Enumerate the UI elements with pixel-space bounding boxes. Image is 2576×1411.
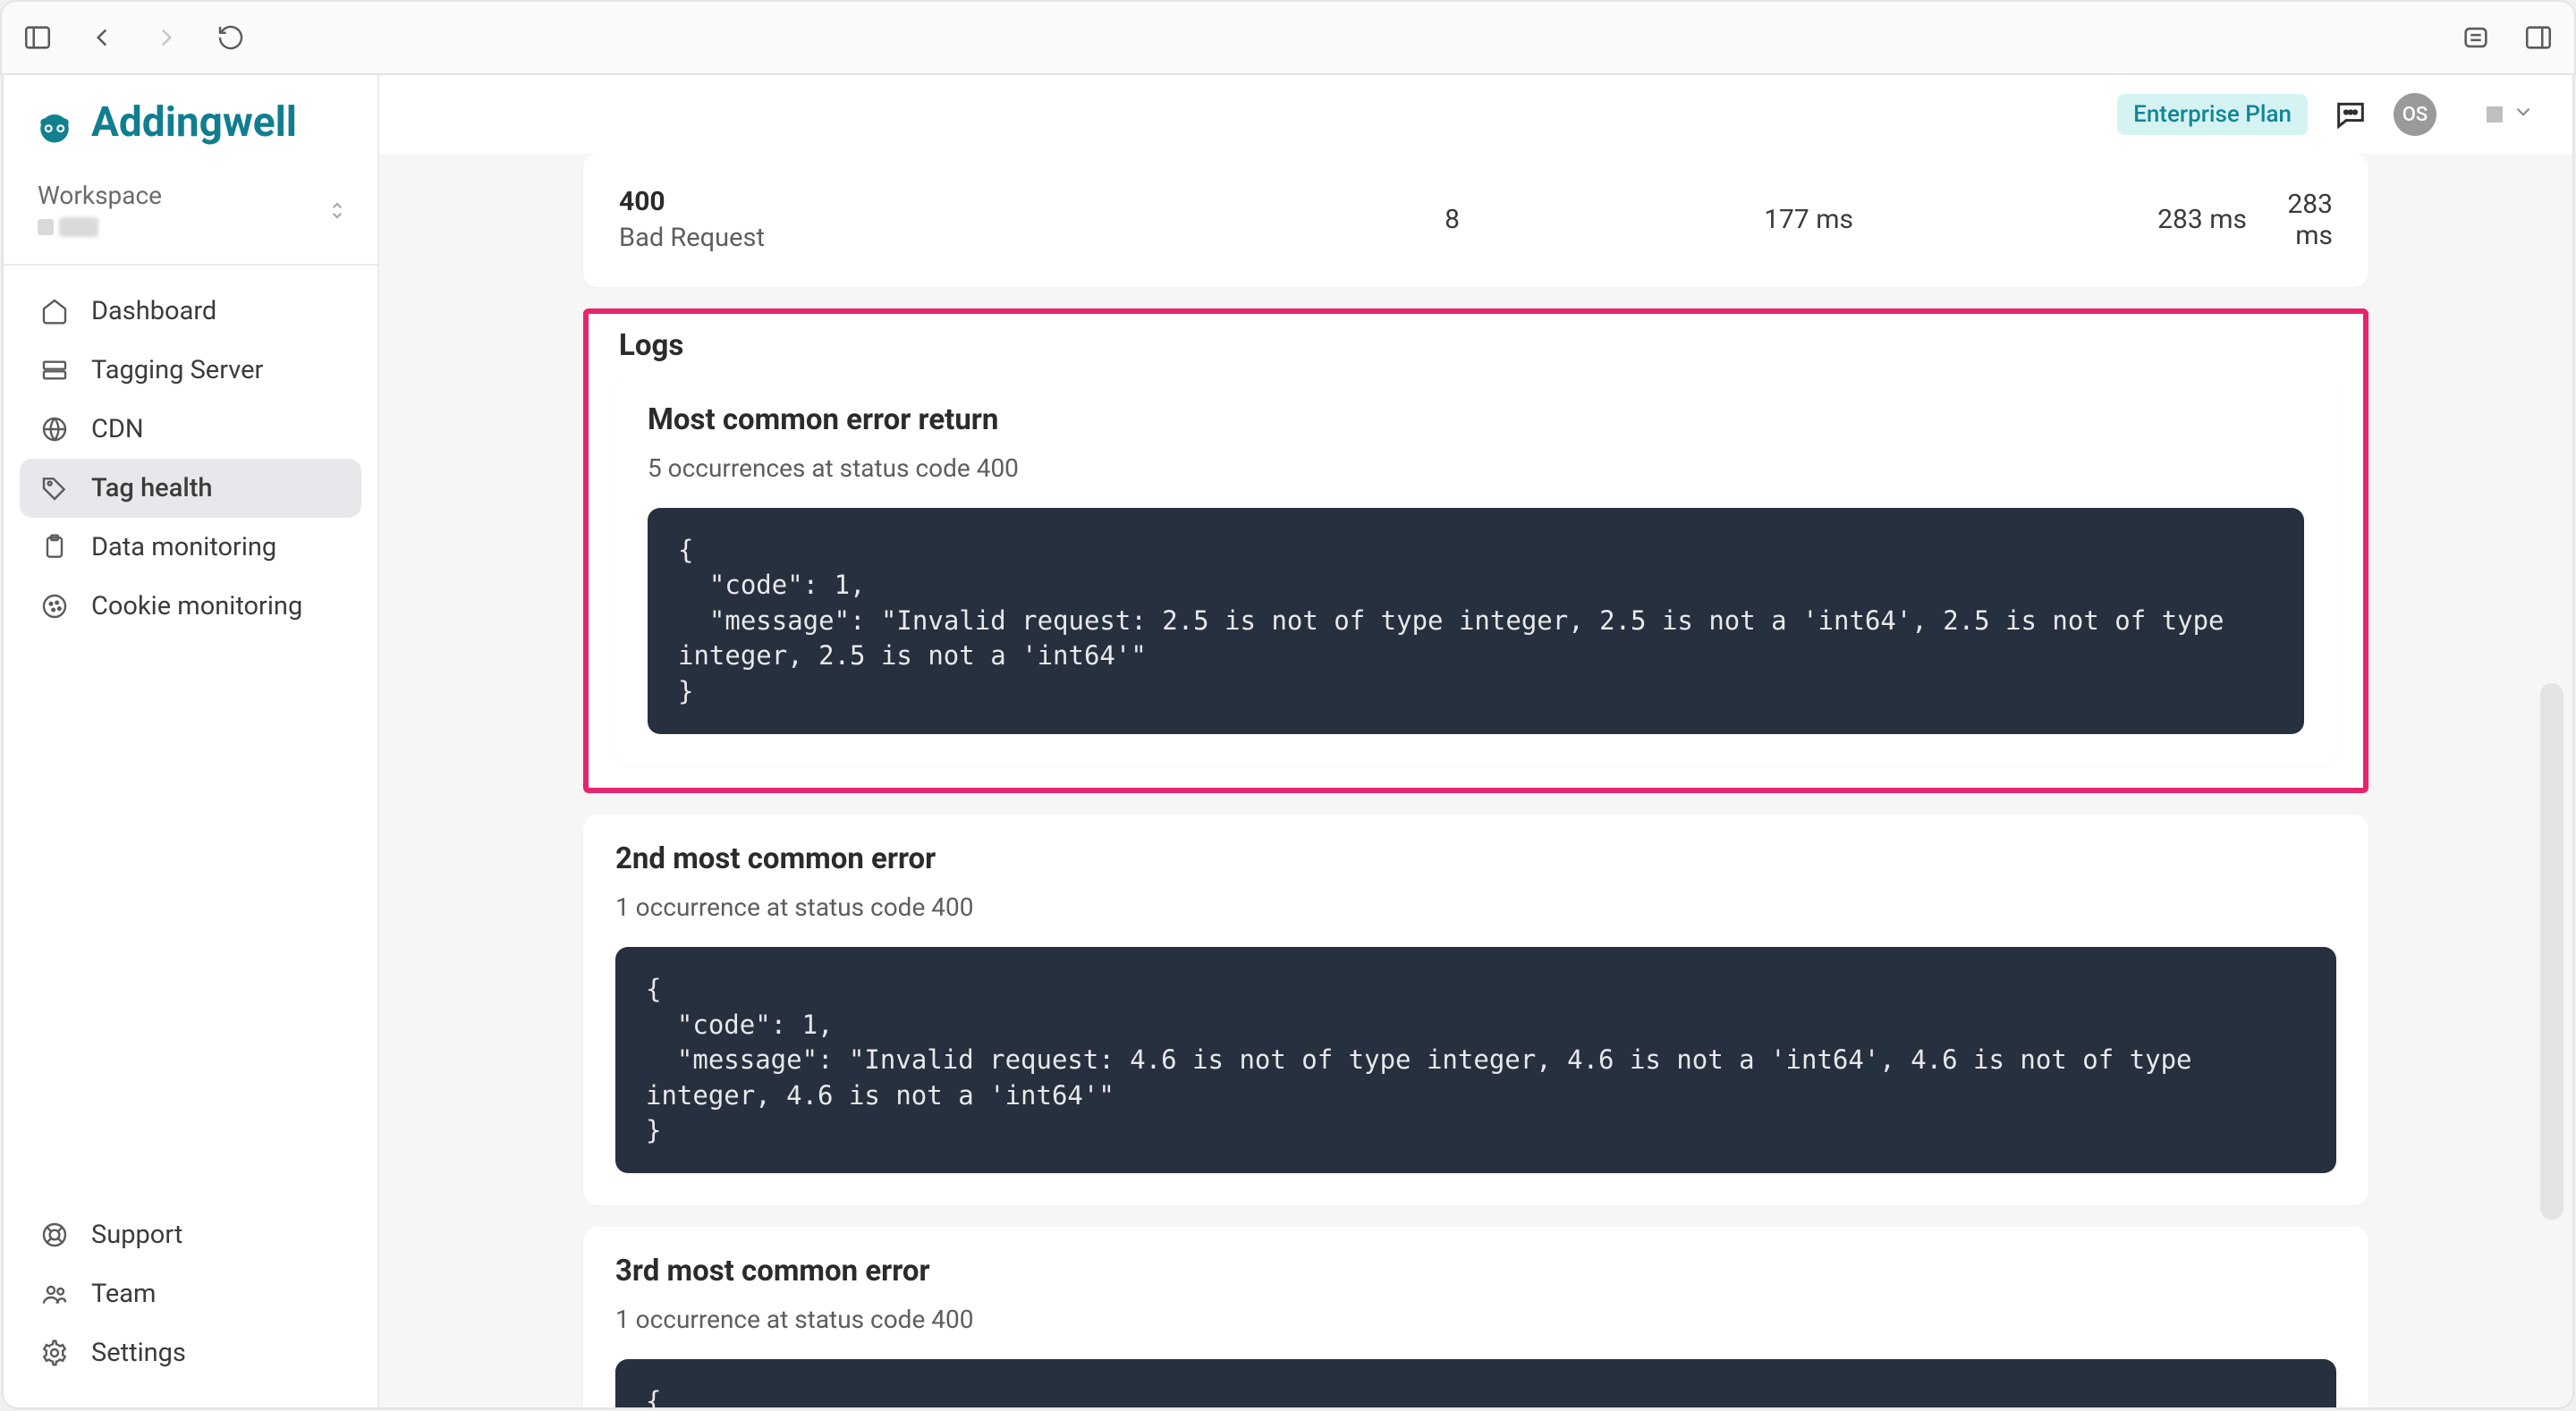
- status-card: 400 Bad Request 8 177 ms 283 ms 283 ms: [583, 154, 2368, 287]
- server-icon: [39, 355, 70, 385]
- sidebar-footer: Support Team Settings: [4, 1196, 377, 1407]
- sidebar-item-label: Team: [91, 1279, 157, 1309]
- status-code: 400: [619, 186, 1120, 217]
- chevron-updown-icon: [326, 199, 349, 228]
- logs-highlight-frame: Logs Most common error return 5 occurren…: [583, 308, 2368, 793]
- log-title: 2nd most common error: [615, 841, 2336, 876]
- browser-toolbar: [0, 0, 2576, 75]
- avatar[interactable]: OS: [2394, 93, 2436, 136]
- sidebar-item-cdn[interactable]: CDN: [20, 400, 361, 459]
- sidebar-item-support[interactable]: Support: [20, 1205, 361, 1264]
- share-icon[interactable]: [2460, 21, 2492, 54]
- brand-name: Addingwell: [91, 98, 297, 147]
- sidebar-item-cookie-monitoring[interactable]: Cookie monitoring: [20, 577, 361, 636]
- log-card-3: 3rd most common error 1 occurrence at st…: [583, 1227, 2368, 1407]
- sidebar-item-label: Tag health: [91, 473, 213, 503]
- status-p2: 283 ms: [2157, 204, 2247, 235]
- clipboard-icon: [39, 532, 70, 562]
- reload-icon[interactable]: [215, 21, 247, 54]
- sidebar-item-tagging-server[interactable]: Tagging Server: [20, 341, 361, 400]
- log-code-block[interactable]: {: [615, 1359, 2336, 1407]
- home-icon: [39, 296, 70, 326]
- log-code-block[interactable]: { "code": 1, "message": "Invalid request…: [615, 947, 2336, 1173]
- sidebar-item-tag-health[interactable]: Tag health: [20, 459, 361, 518]
- topbar: Enterprise Plan OS: [379, 75, 2572, 154]
- sidebar-item-data-monitoring[interactable]: Data monitoring: [20, 518, 361, 577]
- log-subtitle: 5 occurrences at status code 400: [648, 453, 2304, 483]
- log-title: 3rd most common error: [615, 1254, 2336, 1288]
- main-content: Enterprise Plan OS 400 Bad Request: [379, 75, 2572, 1407]
- lifebuoy-icon: [39, 1220, 70, 1250]
- status-p3: 283 ms: [2287, 189, 2333, 251]
- plan-badge[interactable]: Enterprise Plan: [2117, 94, 2308, 135]
- log-card-1: Most common error return 5 occurrences a…: [615, 376, 2336, 766]
- scrollbar[interactable]: [2540, 683, 2563, 1220]
- panel-right-icon[interactable]: [2522, 21, 2555, 54]
- sidebar-item-label: Dashboard: [91, 296, 216, 326]
- brand-logo[interactable]: Addingwell: [30, 98, 351, 147]
- status-count: 8: [1445, 204, 1460, 235]
- sidebar-item-label: Data monitoring: [91, 532, 276, 562]
- workspace-selector[interactable]: Workspace: [4, 163, 377, 266]
- sidebar-item-team[interactable]: Team: [20, 1264, 361, 1323]
- org-color-dot: [2487, 106, 2503, 123]
- chat-icon[interactable]: [2333, 97, 2368, 132]
- tag-icon: [39, 473, 70, 503]
- log-code-block[interactable]: { "code": 1, "message": "Invalid request…: [648, 508, 2304, 734]
- workspace-color-dot: [38, 219, 54, 235]
- sidebar-item-label: CDN: [91, 414, 144, 444]
- sidebar-item-label: Settings: [91, 1338, 186, 1368]
- gear-icon: [39, 1338, 70, 1368]
- sidebar-item-settings[interactable]: Settings: [20, 1323, 361, 1382]
- log-title: Most common error return: [648, 402, 2304, 437]
- sidebar-nav: Dashboard Tagging Server CDN Tag health …: [4, 266, 377, 652]
- log-subtitle: 1 occurrence at status code 400: [615, 1305, 2336, 1334]
- globe-icon: [39, 414, 70, 444]
- cookie-icon: [39, 591, 70, 621]
- content-scroll[interactable]: 400 Bad Request 8 177 ms 283 ms 283 ms L…: [379, 154, 2572, 1407]
- log-subtitle: 1 occurrence at status code 400: [615, 892, 2336, 922]
- sidebar-toggle-icon[interactable]: [21, 21, 54, 54]
- status-p1: 177 ms: [1764, 204, 1853, 235]
- sidebar-item-label: Tagging Server: [91, 355, 263, 385]
- users-icon: [39, 1279, 70, 1309]
- forward-icon[interactable]: [150, 21, 182, 54]
- status-label: Bad Request: [619, 223, 1120, 253]
- sidebar: Addingwell Workspace Dashboard Tagging S…: [4, 75, 379, 1407]
- workspace-name-redacted: [59, 217, 98, 237]
- chevron-down-icon: [2512, 100, 2535, 130]
- sidebar-item-label: Support: [91, 1220, 182, 1250]
- status-row: 400 Bad Request 8 177 ms 283 ms 283 ms: [619, 186, 2333, 253]
- sidebar-item-label: Cookie monitoring: [91, 591, 302, 621]
- sidebar-item-dashboard[interactable]: Dashboard: [20, 282, 361, 341]
- logs-section-title: Logs: [615, 323, 2336, 376]
- org-selector[interactable]: [2487, 100, 2535, 130]
- log-card-2: 2nd most common error 1 occurrence at st…: [583, 815, 2368, 1205]
- workspace-label: Workspace: [38, 181, 351, 210]
- back-icon[interactable]: [86, 21, 118, 54]
- brand-icon: [30, 98, 79, 147]
